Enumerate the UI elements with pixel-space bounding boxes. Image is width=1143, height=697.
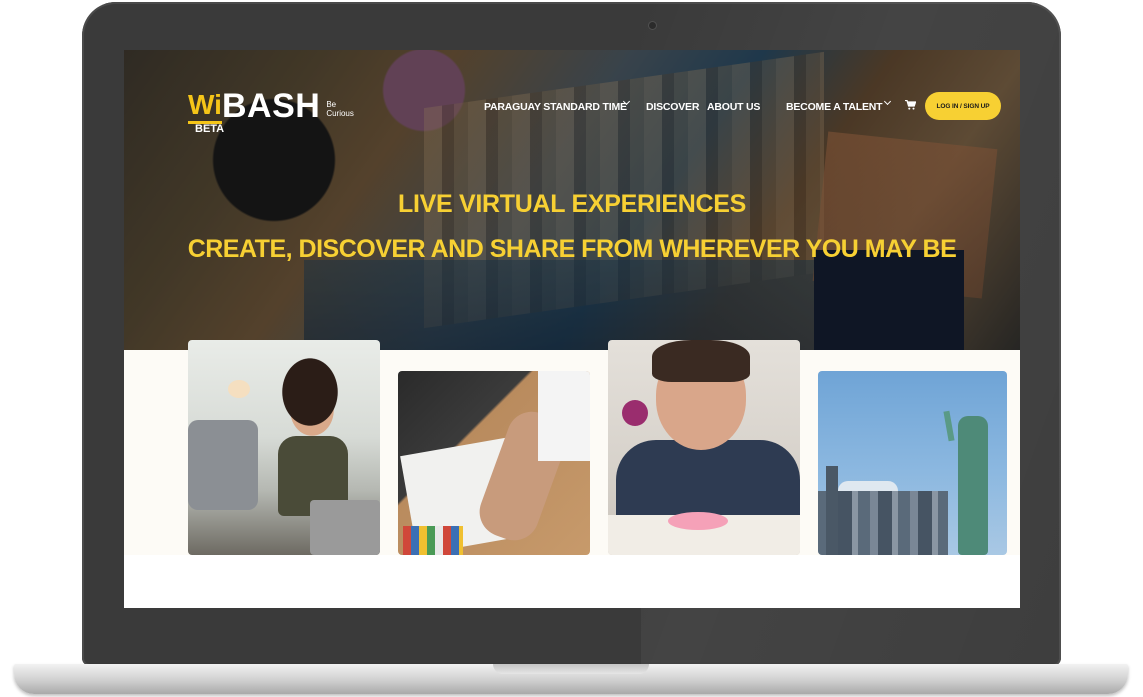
hero-headline: LIVE VIRTUAL EXPERIENCES — [398, 190, 746, 218]
chevron-down-icon[interactable] — [622, 98, 632, 108]
nav-become-a-talent[interactable]: BECOME A TALENT — [786, 101, 883, 113]
card-1-sofa — [188, 420, 258, 510]
card-4-torch — [943, 410, 955, 442]
card-3-hair — [652, 340, 750, 382]
experience-card-new-york[interactable] — [818, 371, 1007, 555]
card-4-statue — [958, 416, 988, 555]
experience-card-crafts[interactable] — [608, 340, 800, 555]
experience-card-yoga[interactable] — [188, 340, 380, 555]
shopping-cart-icon[interactable] — [905, 100, 916, 110]
card-3-flower — [622, 400, 648, 426]
chevron-down-icon[interactable] — [883, 98, 893, 108]
site-logo[interactable]: Wi BASH Be Curious — [188, 84, 358, 124]
card-2-shirt — [538, 371, 590, 461]
website-screen: Wi BASH Be Curious BETA PARAGUAY STANDAR… — [124, 50, 1020, 608]
card-2-color-swatches — [403, 526, 463, 555]
hero-banner: Wi BASH Be Curious BETA PARAGUAY STANDAR… — [124, 50, 1020, 350]
nav-discover[interactable]: DISCOVER — [646, 101, 699, 113]
nav-about-us[interactable]: ABOUT US — [707, 101, 760, 113]
card-3-clay — [668, 512, 728, 530]
hero-subheadline: CREATE, DISCOVER AND SHARE FROM WHEREVER… — [187, 235, 957, 263]
logo-tagline: Be Curious — [326, 100, 354, 118]
card-1-lamp — [228, 380, 250, 398]
logo-wi-text: Wi — [188, 89, 222, 124]
nav-timezone[interactable]: PARAGUAY STANDARD TIME — [484, 101, 627, 113]
login-signup-button[interactable]: LOG IN / SIGN UP — [925, 92, 1001, 120]
card-4-tower — [826, 466, 838, 555]
experience-card-design[interactable] — [398, 371, 590, 555]
webcam-icon — [648, 21, 657, 30]
laptop-notch — [493, 664, 649, 674]
card-1-laptop — [310, 500, 380, 555]
logo-bash-text: BASH — [221, 87, 321, 125]
beta-label: BETA — [195, 123, 225, 135]
